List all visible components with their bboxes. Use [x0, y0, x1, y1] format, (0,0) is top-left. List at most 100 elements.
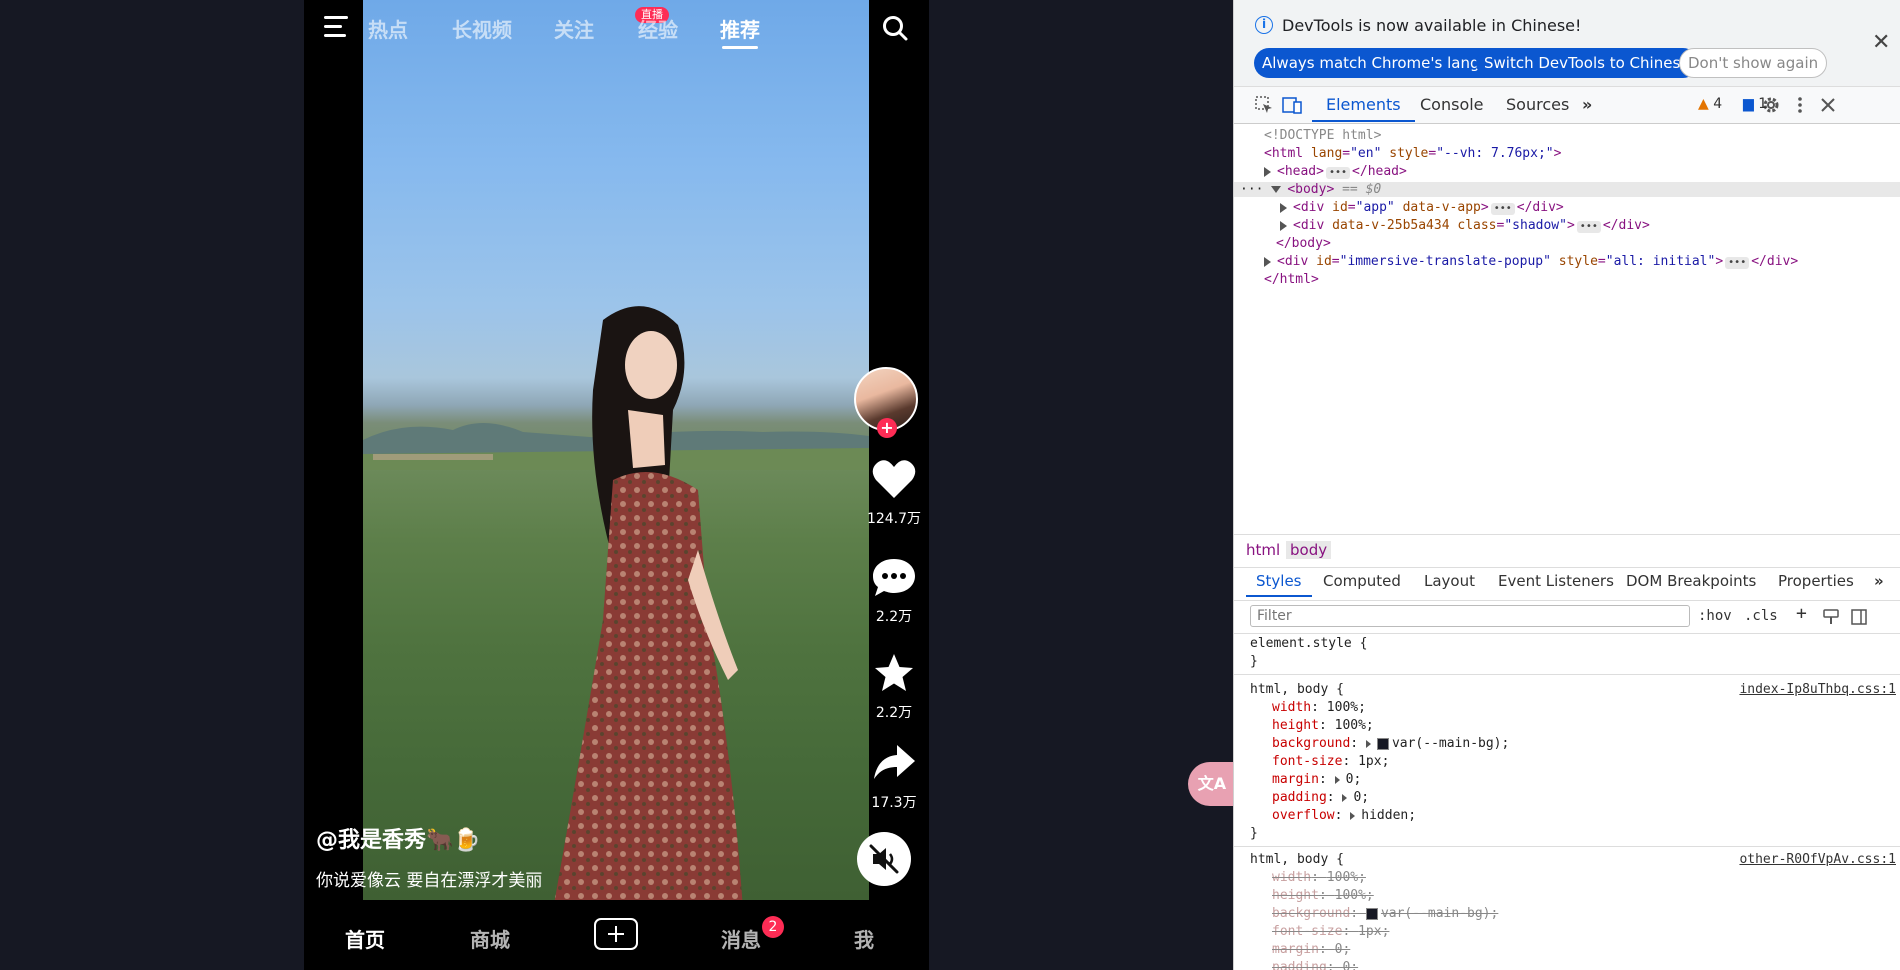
rule1-prop-padding[interactable]: padding: 0;: [1272, 790, 1369, 805]
create-button[interactable]: [594, 918, 638, 950]
dom-html-open[interactable]: <html lang="en" style="--vh: 7.76px;">: [1264, 146, 1561, 161]
tab-computed[interactable]: Computed: [1323, 572, 1401, 590]
mute-button[interactable]: [857, 832, 911, 886]
rule1-prop-font-size[interactable]: font-size: 1px;: [1272, 754, 1389, 769]
like-button[interactable]: 124.7万: [854, 458, 929, 528]
rule1-prop-width[interactable]: width: 100%;: [1272, 700, 1366, 715]
more-tabs-button[interactable]: »: [1582, 95, 1592, 114]
rule2-prop-padding[interactable]: padding: 0;: [1272, 960, 1358, 970]
rule-separator: [1234, 674, 1900, 675]
styles-filter-input[interactable]: [1250, 605, 1690, 627]
class-toggle-button[interactable]: .cls: [1744, 608, 1778, 624]
expand-triangle-icon[interactable]: [1264, 256, 1271, 267]
favorite-button[interactable]: 2.2万: [854, 652, 929, 722]
tab-console[interactable]: Console: [1420, 95, 1484, 114]
inspect-element-icon[interactable]: [1254, 95, 1274, 115]
nav-me[interactable]: 我: [854, 924, 874, 953]
share-button[interactable]: 17.3万: [854, 742, 929, 812]
warnings-counter[interactable]: ▲ 4: [1698, 96, 1722, 112]
expand-triangle-icon[interactable]: [1264, 166, 1271, 177]
switch-language-button[interactable]: Switch DevTools to Chinese: [1476, 48, 1698, 78]
rule1-close: }: [1250, 826, 1258, 841]
dom-div-shadow[interactable]: <div data-v-25b5a434 class="shadow"> ••• <…: [1280, 218, 1650, 233]
messages-counter[interactable]: ▆ 1: [1743, 96, 1767, 112]
head-close-name: head: [1367, 164, 1399, 179]
tab-layout[interactable]: Layout: [1424, 572, 1475, 590]
breadcrumb-body[interactable]: body: [1286, 541, 1332, 559]
tab-elements[interactable]: Elements: [1312, 95, 1415, 122]
dom-body-selected[interactable]: ··· <body> == $0: [1234, 182, 1900, 197]
rule2-prop-font-size[interactable]: font-size: 1px;: [1272, 924, 1389, 939]
tab-dom-breakpoints[interactable]: DOM Breakpoints: [1626, 572, 1756, 590]
styles-tabbar: Styles Computed Layout Event Listeners D…: [1234, 566, 1900, 601]
tab-sources[interactable]: Sources: [1506, 95, 1569, 114]
tab-event-listeners[interactable]: Event Listeners: [1498, 572, 1614, 590]
translate-fab[interactable]: 文A: [1188, 762, 1236, 806]
body-tag-name: body: [1295, 182, 1327, 197]
shadow-class-value: "shadow": [1504, 218, 1567, 233]
dom-div-app[interactable]: <div id="app" data-v-app> ••• </div>: [1280, 200, 1564, 215]
rule1-prop-overflow[interactable]: overflow: hidden;: [1272, 808, 1416, 823]
infobar-message: DevTools is now available in Chinese!: [1282, 16, 1582, 35]
rule1-prop-background[interactable]: background: var(--main-bg);: [1272, 736, 1509, 751]
rule1-prop-height[interactable]: height: 100%;: [1272, 718, 1374, 733]
tab-recommended[interactable]: 推荐: [720, 14, 760, 49]
author-name[interactable]: @我是香秀🐂🍺: [316, 822, 481, 854]
shadow-data-attr: data-v-25b5a434: [1332, 218, 1450, 233]
rule1-source-link[interactable]: index-Ip8uThbq.css:1: [1739, 682, 1896, 697]
expand-triangle-icon[interactable]: [1280, 202, 1287, 213]
search-icon[interactable]: [881, 14, 909, 42]
rule1-prop-margin[interactable]: margin: 0;: [1272, 772, 1361, 787]
dont-show-again-button[interactable]: Don't show again: [1679, 48, 1828, 78]
color-swatch[interactable]: [1365, 907, 1378, 920]
rule2-source-link[interactable]: other-R0OfVpAv.css:1: [1739, 852, 1896, 867]
element-style-selector[interactable]: element.style {: [1250, 636, 1367, 651]
follow-button[interactable]: +: [877, 418, 897, 438]
body-ref: == $0: [1342, 182, 1382, 197]
rule2-selector[interactable]: html, body {: [1250, 852, 1344, 867]
dom-doctype[interactable]: <!DOCTYPE html>: [1264, 128, 1381, 143]
tab-following[interactable]: 关注: [554, 14, 594, 43]
rule2-prop-height[interactable]: height: 100%;: [1272, 888, 1374, 903]
menu-icon[interactable]: [324, 16, 348, 38]
info-icon: i: [1255, 16, 1273, 34]
rule2-prop-background[interactable]: background: var(--main-bg);: [1272, 906, 1498, 921]
new-rule-icon[interactable]: +: [1796, 603, 1807, 624]
collapse-triangle-icon[interactable]: [1271, 186, 1282, 193]
like-count: 124.7万: [866, 511, 922, 527]
rule-separator: [1234, 846, 1900, 847]
rule2-prop-width[interactable]: width: 100%;: [1272, 870, 1366, 885]
tab-styles[interactable]: Styles: [1246, 572, 1311, 597]
comment-button[interactable]: 2.2万: [854, 556, 929, 626]
tab-hot[interactable]: 热点: [368, 14, 408, 43]
tab-properties[interactable]: Properties: [1778, 572, 1854, 590]
video-frame[interactable]: [363, 0, 869, 900]
more-options-icon[interactable]: [1790, 95, 1810, 115]
nav-home[interactable]: 首页: [345, 924, 385, 953]
hover-state-button[interactable]: :hov: [1698, 608, 1732, 624]
favorite-count: 2.2万: [875, 705, 913, 721]
comment-icon: [873, 559, 915, 596]
breadcrumb-html[interactable]: html: [1242, 541, 1284, 559]
expand-triangle-icon[interactable]: [1280, 220, 1287, 231]
device-toolbar-icon[interactable]: [1282, 95, 1302, 115]
tab-long-video[interactable]: 长视频: [452, 14, 512, 43]
dom-head[interactable]: <head> ••• </head>: [1264, 164, 1407, 179]
sidebar-toggle-icon[interactable]: [1850, 608, 1868, 626]
rule1-selector[interactable]: html, body {: [1250, 682, 1344, 697]
dom-div-popup[interactable]: <div id="immersive-translate-popup" styl…: [1264, 254, 1798, 269]
nav-mall[interactable]: 商城: [470, 924, 510, 953]
color-swatch[interactable]: [1376, 737, 1389, 750]
video-player[interactable]: 热点 长视频 关注 直播 经验 推荐 + 124.7万 2.2万 2.2万 17…: [304, 0, 929, 970]
close-devtools-icon[interactable]: [1818, 95, 1838, 115]
rule2-prop-margin[interactable]: margin: 0;: [1272, 942, 1350, 957]
star-icon: [875, 654, 913, 691]
nav-messages[interactable]: 消息: [721, 924, 761, 953]
close-infobar-icon[interactable]: ✕: [1872, 30, 1890, 55]
dom-html-close[interactable]: </html>: [1264, 272, 1319, 287]
paint-brush-icon[interactable]: [1822, 608, 1840, 626]
tab-experience[interactable]: 经验: [638, 14, 678, 43]
dom-body-close[interactable]: </body>: [1276, 236, 1331, 251]
more-styles-tabs-button[interactable]: »: [1874, 572, 1884, 590]
devtools-panel: i DevTools is now available in Chinese! …: [1234, 0, 1900, 970]
